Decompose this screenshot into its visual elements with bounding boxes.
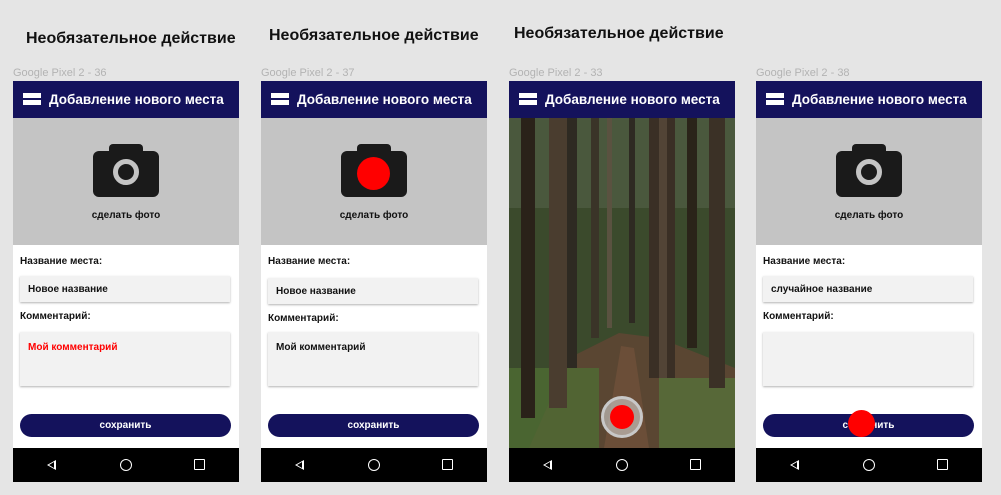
comment-label: Комментарий: — [763, 311, 834, 322]
phone-screen-2: Добавление нового места сделать фото Наз… — [261, 81, 487, 482]
frame-label: Google Pixel 2 - 36 — [13, 67, 107, 79]
app-bar: Добавление нового места — [261, 81, 487, 118]
comment-input[interactable]: Мой комментарий — [20, 332, 230, 386]
android-nav-bar — [13, 448, 239, 482]
place-name-input[interactable]: Новое название — [20, 276, 230, 302]
recent-apps-icon[interactable] — [937, 459, 948, 470]
save-button[interactable]: сохранить — [20, 414, 231, 437]
app-bar: Добавление нового места — [13, 81, 239, 118]
camera-icon[interactable] — [93, 144, 159, 197]
comment-label: Комментарий: — [20, 311, 91, 322]
app-bar: Добавление нового места — [509, 81, 735, 118]
camera-icon[interactable] — [836, 144, 902, 197]
menu-icon[interactable] — [766, 93, 784, 106]
app-title: Добавление нового места — [297, 92, 472, 107]
section-title: Необязательное действие — [26, 30, 236, 47]
android-nav-bar — [509, 448, 735, 482]
frame-label: Google Pixel 2 - 37 — [261, 67, 355, 79]
android-nav-bar — [756, 448, 982, 482]
camera-viewfinder — [509, 118, 735, 448]
back-icon[interactable] — [790, 460, 799, 470]
app-bar: Добавление нового места — [756, 81, 982, 118]
camera-icon[interactable] — [341, 144, 407, 197]
place-name-label: Название места: — [763, 256, 846, 267]
section-title: Необязательное действие — [514, 25, 724, 42]
app-title: Добавление нового места — [49, 92, 224, 107]
place-name-label: Название места: — [268, 256, 351, 267]
phone-screen-3: Добавление нового места — [509, 81, 735, 482]
take-photo-label: сделать фото — [339, 210, 409, 221]
phone-screen-1: Добавление нового места сделать фото Наз… — [13, 81, 239, 482]
home-icon[interactable] — [368, 459, 380, 471]
recent-apps-icon[interactable] — [442, 459, 453, 470]
place-name-input[interactable]: Новое название — [268, 278, 478, 304]
photo-area[interactable]: сделать фото — [756, 118, 982, 245]
photo-area[interactable]: сделать фото — [261, 118, 487, 245]
back-icon[interactable] — [47, 460, 56, 470]
recent-apps-icon[interactable] — [690, 459, 701, 470]
take-photo-label: сделать фото — [91, 210, 161, 221]
frame-label: Google Pixel 2 - 38 — [756, 67, 850, 79]
photo-area[interactable]: сделать фото — [13, 118, 239, 245]
place-name-label: Название места: — [20, 256, 103, 267]
home-icon[interactable] — [616, 459, 628, 471]
android-nav-bar — [261, 448, 487, 482]
phone-screen-4: Добавление нового места сделать фото Наз… — [756, 81, 982, 482]
menu-icon[interactable] — [271, 93, 289, 106]
take-photo-label: сделать фото — [834, 210, 904, 221]
app-title: Добавление нового места — [545, 92, 720, 107]
section-title: Необязательное действие — [269, 27, 479, 44]
menu-icon[interactable] — [23, 93, 41, 106]
recent-apps-icon[interactable] — [194, 459, 205, 470]
app-title: Добавление нового места — [792, 92, 967, 107]
comment-input[interactable]: Мой комментарий — [268, 332, 478, 386]
frame-label: Google Pixel 2 - 33 — [509, 67, 603, 79]
comment-input[interactable] — [763, 332, 973, 386]
back-icon[interactable] — [543, 460, 552, 470]
tap-indicator — [848, 410, 875, 437]
menu-icon[interactable] — [519, 93, 537, 106]
tap-indicator — [610, 405, 634, 429]
home-icon[interactable] — [863, 459, 875, 471]
comment-label: Комментарий: — [268, 313, 339, 324]
place-name-input[interactable]: случайное название — [763, 276, 973, 302]
back-icon[interactable] — [295, 460, 304, 470]
tap-indicator — [357, 157, 390, 190]
home-icon[interactable] — [120, 459, 132, 471]
shutter-button[interactable] — [601, 396, 643, 438]
save-button[interactable]: сохранить — [268, 414, 479, 437]
